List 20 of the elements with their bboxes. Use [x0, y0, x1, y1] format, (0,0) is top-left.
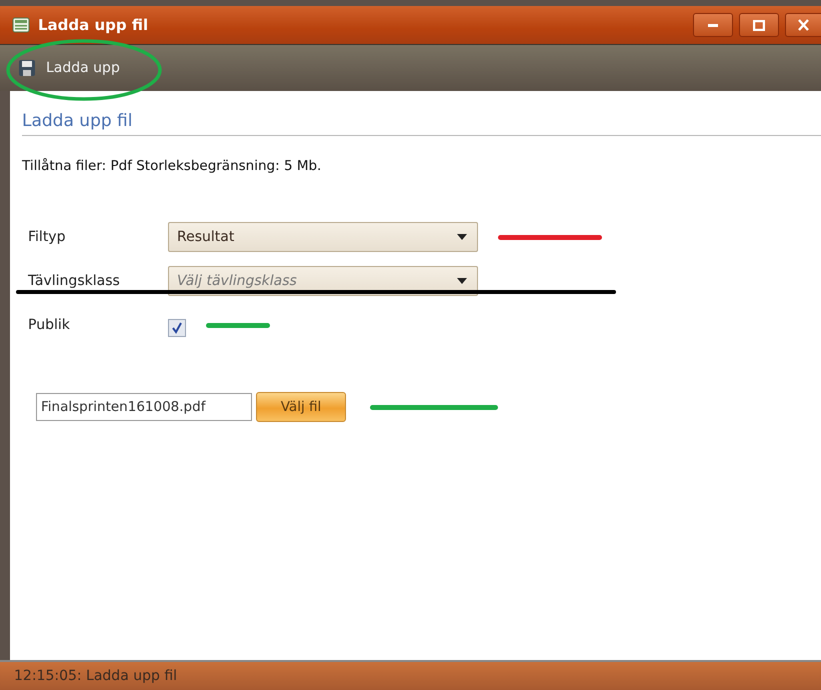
field-label: Filtyp: [28, 229, 66, 245]
caret-icon: [457, 278, 467, 284]
window-icon: [12, 17, 30, 33]
info-text: Tillåtna filer: Pdf Storleksbegränsning: 5 Mb.: [22, 158, 322, 174]
field-label: Publik: [28, 317, 71, 333]
close-icon: [798, 19, 809, 31]
dropdown[interactable]: Resultat: [168, 222, 478, 252]
maximize-button[interactable]: [739, 13, 779, 37]
choose-file-button[interactable]: Välj fil: [256, 392, 346, 422]
page-heading: Ladda upp fil: [22, 111, 821, 136]
field-label: Tävlingsklass: [28, 273, 121, 289]
checkbox[interactable]: [168, 319, 186, 337]
close-button[interactable]: [785, 13, 821, 37]
minimize-button[interactable]: [693, 13, 733, 37]
status-text: 12:15:05: Ladda upp fil: [14, 668, 178, 684]
file-name-field[interactable]: Finalsprinten161008.pdf: [36, 393, 252, 421]
minimize-icon: [708, 24, 718, 26]
caret-icon: [457, 234, 467, 240]
window-title: Ladda upp fil: [38, 16, 148, 34]
maximize-icon: [753, 20, 765, 30]
